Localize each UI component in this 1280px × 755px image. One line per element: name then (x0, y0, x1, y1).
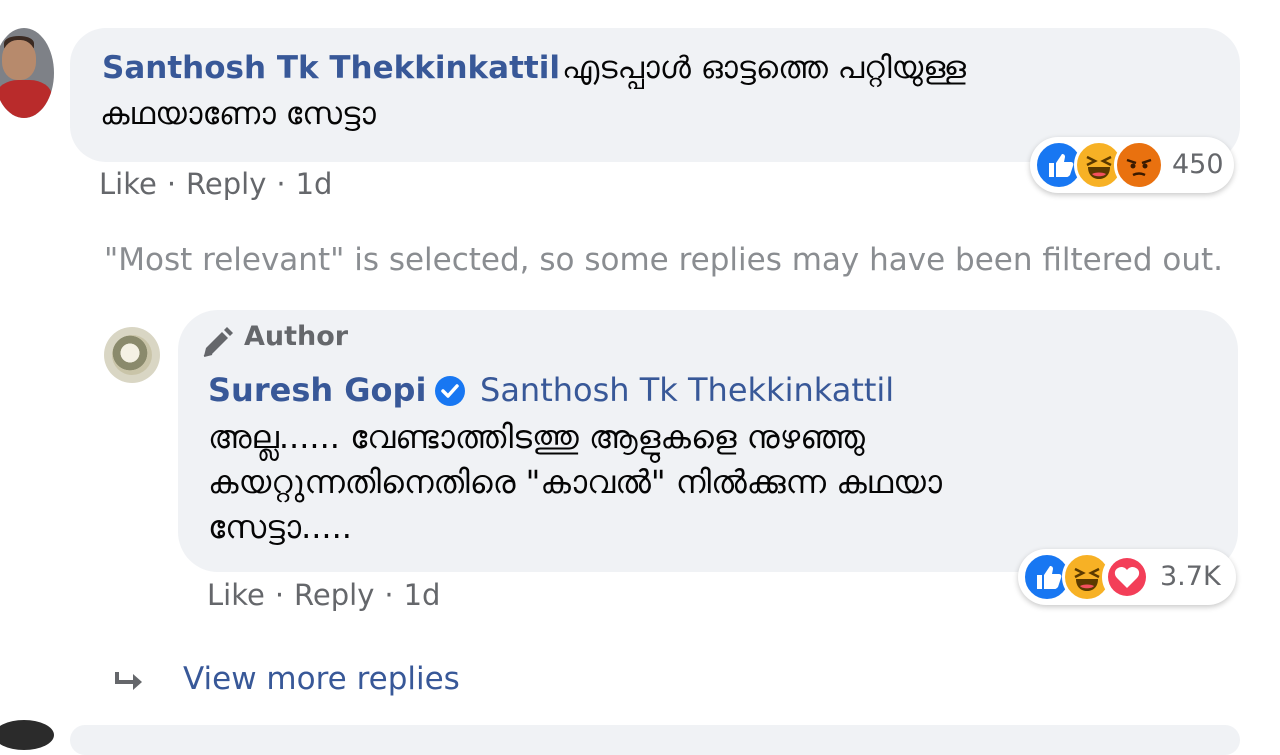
reply-text-line: കയറ്റുന്നതിനെതിരെ "കാവൽ" നിൽക്കുന്ന കഥയാ (208, 463, 942, 501)
reply-arrow-icon (113, 668, 147, 698)
like-button[interactable]: Like (99, 167, 157, 201)
reply-actions: Like · Reply · 1d (207, 578, 440, 612)
timestamp[interactable]: 1d (296, 167, 333, 201)
author-badge: Author (244, 321, 349, 352)
angry-icon (1114, 140, 1164, 190)
comment-text-line: എടപ്പാൾ ഓട്ടത്തെ പറ്റിയുള്ള (562, 50, 966, 86)
pencil-icon (198, 324, 238, 360)
separator: · (276, 167, 286, 201)
love-icon (1102, 552, 1152, 602)
reply-author-avatar[interactable] (104, 327, 160, 383)
verified-badge-icon (433, 374, 467, 408)
timestamp[interactable]: 1d (404, 578, 441, 612)
reply-author-name[interactable]: Suresh Gopi (208, 371, 426, 409)
reply-text-line: സേട്ടാ..... (208, 508, 352, 546)
like-button[interactable]: Like (207, 578, 265, 612)
reaction-count: 450 (1172, 149, 1224, 180)
reply-text-line: അല്ല...... വേണ്ടാത്തിടത്തു ആളുകളെ നുഴഞ്ഞ… (208, 418, 865, 456)
next-comment-bubble (70, 725, 1240, 755)
view-more-replies-link[interactable]: View more replies (183, 661, 460, 697)
reply-button[interactable]: Reply (186, 167, 266, 201)
reply-button[interactable]: Reply (294, 578, 374, 612)
separator: · (166, 167, 177, 201)
reply-reactions[interactable]: 3.7K (1018, 549, 1236, 605)
filter-notice: "Most relevant" is selected, so some rep… (104, 242, 1224, 278)
next-commenter-avatar[interactable] (0, 720, 54, 750)
separator: · (274, 578, 285, 612)
separator: · (384, 578, 394, 612)
tagged-user-link[interactable]: Santhosh Tk Thekkinkattil (480, 371, 894, 409)
commenter-avatar[interactable] (0, 28, 54, 118)
comment-actions: Like · Reply · 1d (99, 167, 332, 201)
comment-text-line: കഥയാണോ സേട്ടാ (100, 96, 376, 132)
reaction-count: 3.7K (1160, 561, 1221, 592)
comment-reactions[interactable]: 450 (1030, 137, 1234, 193)
comment-author-name[interactable]: Santhosh Tk Thekkinkattil (102, 50, 560, 86)
